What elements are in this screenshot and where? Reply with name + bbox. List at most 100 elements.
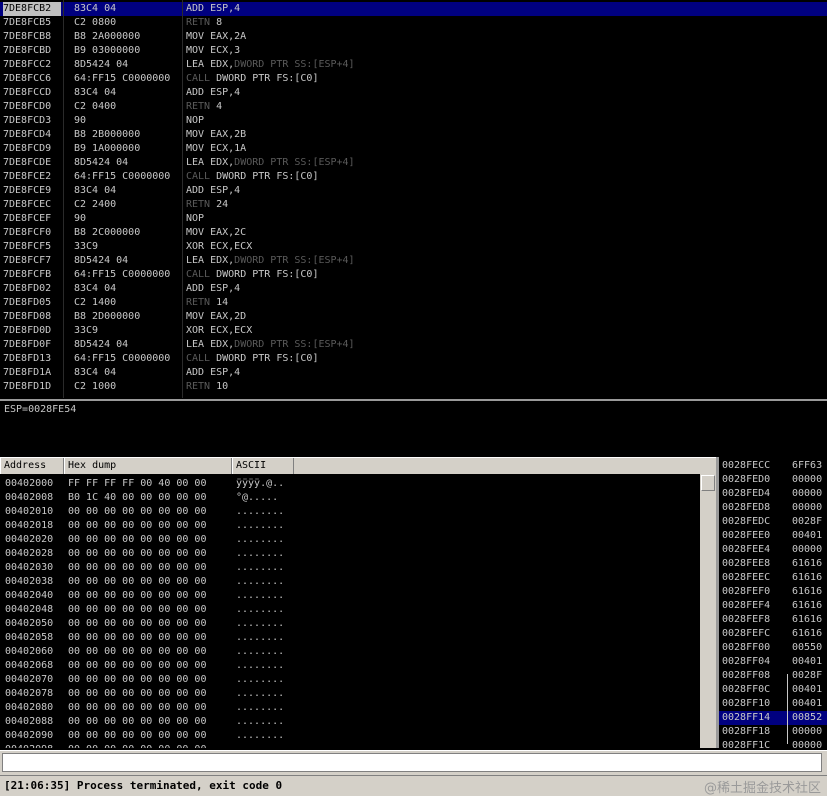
dump-pane[interactable]: 00402000 FF FF FF FF 00 40 00 00 ÿÿÿÿ.@.. 0… <box>0 474 700 748</box>
disasm-row[interactable]: 7DE8FD0D 33C9 XOR ECX,ECX <box>0 324 827 338</box>
dump-row[interactable]: 00402010 00 00 00 00 00 00 00 00........ <box>0 505 700 519</box>
disasm-row[interactable]: 7DE8FD05 C2 1400 RETN 14 <box>0 296 827 310</box>
dump-header-address[interactable]: Address <box>0 458 64 474</box>
disasm-row[interactable]: 7DE8FCEF 90 NOP <box>0 212 827 226</box>
stack-row[interactable]: 0028FEFC 61616 <box>719 627 827 641</box>
dump-row[interactable]: 00402040 00 00 00 00 00 00 00 00........ <box>0 589 700 603</box>
disasm-row[interactable]: 7DE8FCE9 83C4 04 ADD ESP,4 <box>0 184 827 198</box>
stack-row[interactable]: 0028FF00 00550 <box>719 641 827 655</box>
stack-row[interactable]: 0028FED8 00000 <box>719 501 827 515</box>
disasm-memory-operand: DWORD PTR SS:[ESP+4] <box>234 157 355 168</box>
stack-value: 00401 <box>792 684 823 695</box>
dump-row[interactable]: 00402080 00 00 00 00 00 00 00 00........ <box>0 701 700 715</box>
disasm-row[interactable]: 7DE8FD0F 8D5424 04 LEA EDX,DWORD PTR SS:[E… <box>0 338 827 352</box>
dump-row[interactable]: 00402098 00 00 00 00 00 00 00 00........ <box>0 743 700 748</box>
stack-frame-bracket <box>787 674 791 744</box>
dump-header-hex[interactable]: Hex dump <box>64 458 232 474</box>
disasm-hex: B9 1A000000 <box>74 143 141 154</box>
stack-address: 0028FEF4 <box>722 600 771 611</box>
stack-address: 0028FF00 <box>722 642 771 653</box>
disasm-row[interactable]: 7DE8FCB5 C2 0800 RETN 8 <box>0 16 827 30</box>
disasm-row[interactable]: 7DE8FD13 64:FF15 C0000000 CALL DWORD PTR F… <box>0 352 827 366</box>
disasm-row[interactable]: 7DE8FCB2 83C4 04 ADD ESP,4 <box>0 2 827 16</box>
disasm-row[interactable]: 7DE8FCBD B9 03000000 MOV ECX,3 <box>0 44 827 58</box>
disasm-hex: B9 03000000 <box>74 45 141 56</box>
dump-scroll-thumb[interactable] <box>701 475 715 491</box>
dump-row[interactable]: 00402070 00 00 00 00 00 00 00 00........ <box>0 673 700 687</box>
disasm-row[interactable]: 7DE8FCB8 B8 2A000000 MOV EAX,2A <box>0 30 827 44</box>
info-pane[interactable]: ESP=0028FE54 <box>0 399 827 457</box>
dump-row[interactable]: 00402048 00 00 00 00 00 00 00 00........ <box>0 603 700 617</box>
disasm-row[interactable]: 7DE8FD02 83C4 04 ADD ESP,4 <box>0 282 827 296</box>
stack-row[interactable]: 0028FED0 00000 <box>719 473 827 487</box>
disasm-instruction: MOV EAX,2A <box>186 30 246 44</box>
dump-row[interactable]: 00402090 00 00 00 00 00 00 00 00........ <box>0 729 700 743</box>
stack-row[interactable]: 0028FF18 00000 <box>719 725 827 739</box>
stack-row[interactable]: 0028FEF8 61616 <box>719 613 827 627</box>
disasm-address: 7DE8FCB2 <box>3 2 61 16</box>
disasm-mnemonic: LEA <box>186 255 205 266</box>
dump-row[interactable]: 00402038 00 00 00 00 00 00 00 00........ <box>0 575 700 589</box>
stack-row[interactable]: 0028FEE8 61616 <box>719 557 827 571</box>
stack-row[interactable]: 0028FEE0 00401 <box>719 529 827 543</box>
dump-row[interactable]: 00402000 FF FF FF FF 00 40 00 00 ÿÿÿÿ.@.. <box>0 477 700 491</box>
disasm-row[interactable]: 7DE8FCE2 64:FF15 C0000000 CALL DWORD PTR F… <box>0 170 827 184</box>
disasm-row[interactable]: 7DE8FCEC C2 2400 RETN 24 <box>0 198 827 212</box>
disasm-row[interactable]: 7DE8FD1D C2 1000 RETN 10 <box>0 380 827 394</box>
stack-row[interactable]: 0028FEF4 61616 <box>719 599 827 613</box>
disasm-row[interactable]: 7DE8FCDE 8D5424 04 LEA EDX,DWORD PTR SS:[E… <box>0 156 827 170</box>
stack-pane[interactable]: 0028FECC 6FF63 0028FED0 00000 0028FED4 00000 0… <box>719 457 827 748</box>
stack-row[interactable]: 0028FEDC 0028F <box>719 515 827 529</box>
stack-row[interactable]: 0028FF1C 00000 <box>719 739 827 748</box>
dump-row[interactable]: 00402028 00 00 00 00 00 00 00 00........ <box>0 547 700 561</box>
disasm-operands: ESP,4 <box>204 3 241 14</box>
disasm-instruction: CALL DWORD PTR FS:[C0] <box>186 170 318 184</box>
disasm-row[interactable]: 7DE8FCD9 B9 1A000000 MOV ECX,1A <box>0 142 827 156</box>
disasm-row[interactable]: 7DE8FCC6 64:FF15 C0000000 CALL DWORD PTR F… <box>0 72 827 86</box>
stack-row[interactable]: 0028FEEC 61616 <box>719 571 827 585</box>
stack-row[interactable]: 0028FEF0 61616 <box>719 585 827 599</box>
dump-row[interactable]: 00402068 00 00 00 00 00 00 00 00........ <box>0 659 700 673</box>
dump-row[interactable]: 00402050 00 00 00 00 00 00 00 00........ <box>0 617 700 631</box>
dump-address: 00402030 <box>5 562 54 573</box>
disasm-row[interactable]: 7DE8FCCD 83C4 04 ADD ESP,4 <box>0 86 827 100</box>
stack-row[interactable]: 0028FF0C 00401 <box>719 683 827 697</box>
dump-ascii: ........ <box>236 548 285 559</box>
disasm-row[interactable]: 7DE8FD08 B8 2D000000 MOV EAX,2D <box>0 310 827 324</box>
stack-row[interactable]: 0028FED4 00000 <box>719 487 827 501</box>
dump-row[interactable]: 00402030 00 00 00 00 00 00 00 00........ <box>0 561 700 575</box>
stack-row[interactable]: 0028FEE4 00000 <box>719 543 827 557</box>
dump-row[interactable]: 00402078 00 00 00 00 00 00 00 00........ <box>0 687 700 701</box>
dump-row[interactable]: 00402060 00 00 00 00 00 00 00 00........ <box>0 645 700 659</box>
stack-value: 00000 <box>792 726 823 737</box>
disasm-row[interactable]: 7DE8FCFB 64:FF15 C0000000 CALL DWORD PTR F… <box>0 268 827 282</box>
stack-row[interactable]: 0028FF08 0028F <box>719 669 827 683</box>
dump-hex: 00 00 00 00 00 00 00 00 <box>68 646 207 657</box>
dump-header-ascii[interactable]: ASCII <box>232 458 294 474</box>
stack-row[interactable]: 0028FF14 00852 <box>719 711 827 725</box>
dump-scrollbar[interactable] <box>700 474 716 748</box>
dump-row[interactable]: 00402018 00 00 00 00 00 00 00 00........ <box>0 519 700 533</box>
dump-row[interactable]: 00402058 00 00 00 00 00 00 00 00........ <box>0 631 700 645</box>
dump-address: 00402048 <box>5 604 54 615</box>
disasm-row[interactable]: 7DE8FCD3 90 NOP <box>0 114 827 128</box>
stack-row[interactable]: 0028FF04 00401 <box>719 655 827 669</box>
disasm-row[interactable]: 7DE8FCF5 33C9 XOR ECX,ECX <box>0 240 827 254</box>
disasm-operands: EDX, <box>204 255 235 266</box>
disasm-row[interactable]: 7DE8FCD4 B8 2B000000 MOV EAX,2B <box>0 128 827 142</box>
dump-row[interactable]: 00402008 B0 1C 40 00 00 00 00 00 °@..... <box>0 491 700 505</box>
disassembly-pane[interactable]: 7DE8FCB2 83C4 04 ADD ESP,4 7DE8FCB5 C2 0800 R… <box>0 0 827 398</box>
dump-row[interactable]: 00402020 00 00 00 00 00 00 00 00........ <box>0 533 700 547</box>
command-input[interactable] <box>2 753 822 772</box>
dump-address: 00402068 <box>5 660 54 671</box>
dump-row[interactable]: 00402088 00 00 00 00 00 00 00 00........ <box>0 715 700 729</box>
disasm-row[interactable]: 7DE8FCD0 C2 0400 RETN 4 <box>0 100 827 114</box>
disasm-row[interactable]: 7DE8FCC2 8D5424 04 LEA EDX,DWORD PTR SS:[E… <box>0 58 827 72</box>
disasm-row[interactable]: 7DE8FCF7 8D5424 04 LEA EDX,DWORD PTR SS:[E… <box>0 254 827 268</box>
stack-row[interactable]: 0028FECC 6FF63 <box>719 459 827 473</box>
disasm-row[interactable]: 7DE8FD1A 83C4 04 ADD ESP,4 <box>0 366 827 380</box>
disasm-instruction: CALL DWORD PTR FS:[C0] <box>186 352 318 366</box>
stack-row[interactable]: 0028FF10 00401 <box>719 697 827 711</box>
stack-value: 00000 <box>792 740 823 748</box>
disasm-row[interactable]: 7DE8FCF0 B8 2C000000 MOV EAX,2C <box>0 226 827 240</box>
